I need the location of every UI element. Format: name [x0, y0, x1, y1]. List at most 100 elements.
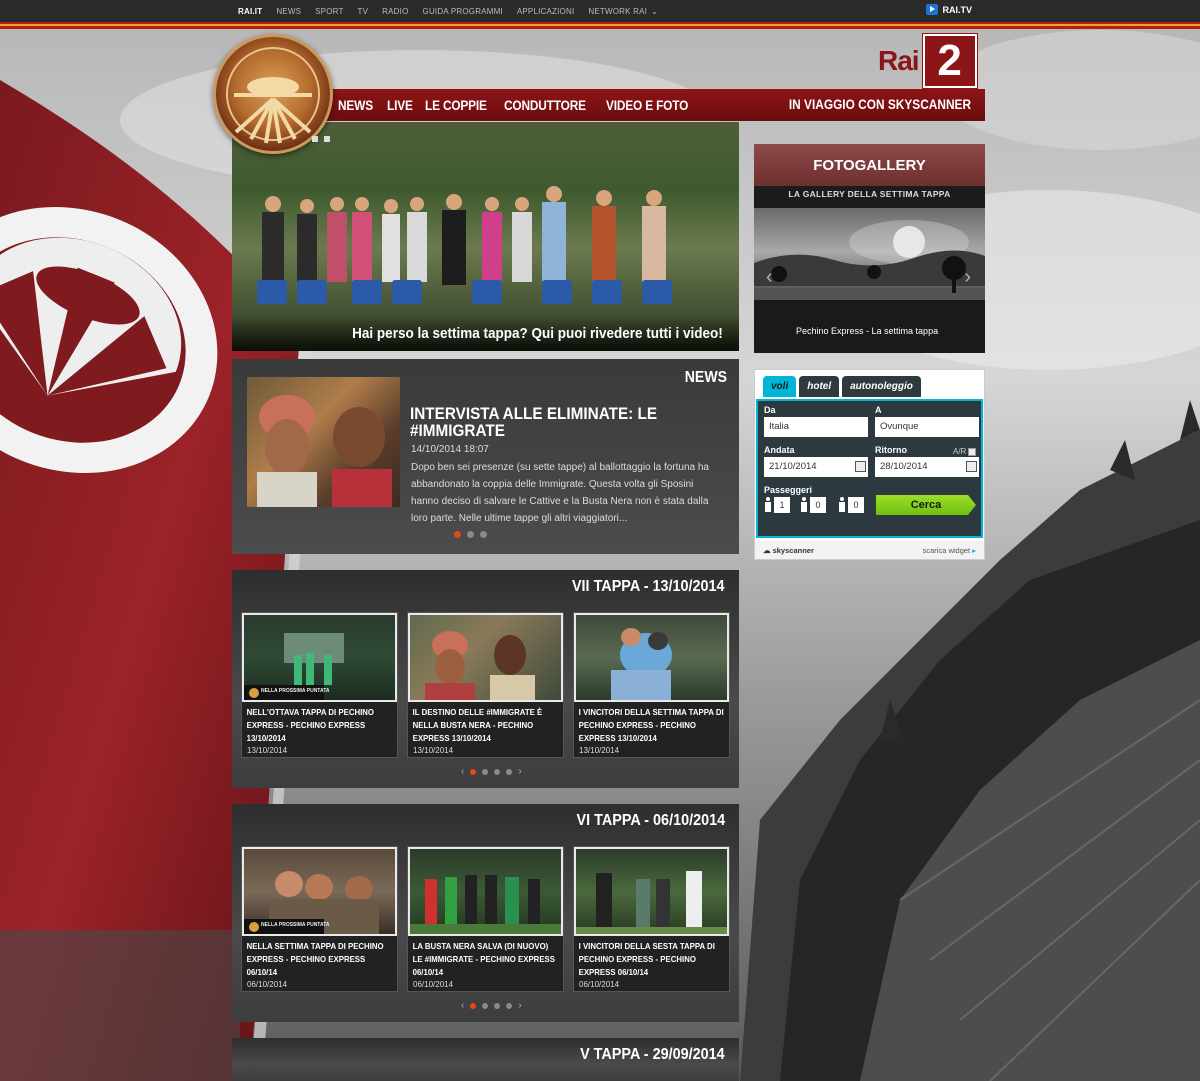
infants-stepper[interactable]: 0	[838, 497, 864, 513]
nav-news-tab[interactable]: NEWS	[338, 98, 373, 113]
chevron-right-icon[interactable]: ›	[964, 266, 971, 289]
video-card[interactable]: LA BUSTA NERA SALVA (DI NUOVO) LE #IMMIG…	[407, 846, 564, 992]
tappa-pager: ‹ ›	[461, 1000, 522, 1011]
tappa-heading: V TAPPA - 29/09/2014	[580, 1046, 725, 1063]
download-widget-link[interactable]: scarica widget ▸	[923, 546, 976, 555]
pager-dot[interactable]	[494, 768, 501, 775]
rai-network-nav: RAI.IT NEWS SPORT TV RADIO GUIDA PROGRAM…	[238, 0, 658, 22]
raitv-link[interactable]: RAI.TV	[926, 4, 972, 15]
tab-voli[interactable]: voli	[763, 376, 797, 397]
pager-dot[interactable]	[470, 1002, 477, 1009]
video-title[interactable]: NELLA SETTIMA TAPPA DI PECHINO EXPRESS -…	[242, 936, 398, 979]
nav-applicazioni[interactable]: APPLICAZIONI	[517, 7, 575, 16]
video-date: 06/10/2014	[247, 980, 288, 989]
video-card[interactable]: I VINCITORI DELLA SETTIMA TAPPA DI PECHI…	[573, 612, 730, 758]
nav-live-tab[interactable]: LIVE	[387, 98, 413, 113]
chevron-right-icon[interactable]: ›	[518, 1000, 521, 1011]
nav-tv[interactable]: TV	[358, 7, 369, 16]
pager-dot[interactable]	[506, 768, 513, 775]
calendar-icon[interactable]	[855, 461, 866, 472]
video-date: 13/10/2014	[413, 746, 454, 755]
tab-autonoleggio[interactable]: autonoleggio	[842, 376, 921, 397]
video-image	[611, 628, 672, 700]
widget-tabs: voli hotel autonoleggio	[763, 376, 921, 397]
pager-dot[interactable]	[482, 768, 489, 775]
news-thumbnail[interactable]	[247, 377, 400, 507]
chevron-left-icon[interactable]: ‹	[461, 1000, 464, 1011]
video-date: 13/10/2014	[247, 746, 288, 755]
video-date: 06/10/2014	[413, 980, 454, 989]
fotogallery-heading[interactable]: FOTOGALLERY	[754, 144, 985, 186]
hero-slide[interactable]: Hai perso la settima tappa? Qui puoi riv…	[232, 122, 739, 351]
return-date-field[interactable]: 28/10/2014	[875, 457, 979, 477]
return-toggle[interactable]: A/R	[953, 447, 977, 456]
depart-date-field[interactable]: 21/10/2014	[764, 457, 868, 477]
raitv-label: RAI.TV	[942, 4, 972, 15]
hero-pager-dot[interactable]	[324, 136, 330, 142]
news-box: NEWS INTERVISTA ALLE ELIMINATE: LE #IMMI…	[232, 359, 739, 554]
video-card[interactable]: I VINCITORI DELLA SESTA TAPPA DI PECHINO…	[573, 846, 730, 992]
pager-dot[interactable]	[494, 1002, 501, 1009]
nav-radio[interactable]: RADIO	[382, 7, 408, 16]
download-widget-label: scarica widget	[922, 545, 971, 555]
video-thumbnail[interactable]: NELLA PROSSIMA PUNTATA	[242, 847, 397, 936]
video-card[interactable]: IL DESTINO DELLE #IMMIGRATE È NELLA BUST…	[407, 612, 564, 758]
adults-stepper[interactable]: 1	[764, 497, 790, 513]
skyscanner-logo[interactable]: ☁ skyscanner	[763, 546, 814, 555]
nav-conduttore-tab[interactable]: CONDUTTORE	[504, 98, 586, 113]
child-icon	[800, 497, 808, 513]
nav-skyscanner-tab[interactable]: IN VIAGGIO CON SKYSCANNER	[789, 97, 971, 112]
to-field[interactable]: Ovunque	[875, 417, 979, 437]
pager-dot[interactable]	[467, 531, 474, 538]
tab-hotel[interactable]: hotel	[799, 376, 840, 397]
pager-dot[interactable]	[506, 1002, 513, 1009]
rai2-logo[interactable]: Rai 2	[878, 33, 984, 89]
nav-rai-it[interactable]: RAI.IT	[238, 7, 262, 16]
video-card[interactable]: NELLA PROSSIMA PUNTATA NELL'OTTAVA TAPPA…	[241, 612, 398, 758]
from-field[interactable]: Italia	[764, 417, 868, 437]
video-title[interactable]: IL DESTINO DELLE #IMMIGRATE È NELLA BUST…	[408, 702, 564, 745]
video-thumbnail[interactable]: NELLA PROSSIMA PUNTATA	[242, 613, 397, 702]
color-stripe	[0, 22, 1200, 29]
video-title[interactable]: I VINCITORI DELLA SETTIMA TAPPA DI PECHI…	[574, 702, 730, 745]
video-thumbnail[interactable]	[574, 847, 729, 936]
children-count[interactable]: 0	[810, 497, 826, 513]
nav-network-rai[interactable]: NETWORK RAI	[588, 7, 647, 16]
nav-video-e-foto-tab[interactable]: VIDEO E FOTO	[606, 98, 688, 113]
video-title[interactable]: LA BUSTA NERA SALVA (DI NUOVO) LE #IMMIG…	[408, 936, 564, 979]
chevron-left-icon[interactable]: ‹	[461, 766, 464, 777]
video-title[interactable]: NELL'OTTAVA TAPPA DI PECHINO EXPRESS - P…	[242, 702, 398, 745]
nav-news[interactable]: NEWS	[276, 7, 301, 16]
hero-pager-dot[interactable]	[312, 136, 318, 142]
pager-dot[interactable]	[480, 531, 487, 538]
infants-count[interactable]: 0	[848, 497, 864, 513]
nav-sport[interactable]: SPORT	[315, 7, 343, 16]
nav-guida-programmi[interactable]: GUIDA PROGRAMMI	[423, 7, 503, 16]
news-pager	[454, 531, 487, 538]
rai-top-bar: RAI.IT NEWS SPORT TV RADIO GUIDA PROGRAM…	[0, 0, 1200, 22]
chevron-left-icon[interactable]: ‹	[766, 266, 773, 289]
checkbox-icon[interactable]	[968, 447, 977, 456]
news-text: Dopo ben sei presenze (su sette tappe) a…	[411, 462, 709, 524]
chevron-right-icon[interactable]: ›	[518, 766, 521, 777]
chevron-down-icon[interactable]: ⌄	[651, 7, 658, 16]
pager-dot[interactable]	[470, 768, 477, 775]
search-button[interactable]: Cerca	[876, 495, 976, 515]
calendar-icon[interactable]	[966, 461, 977, 472]
children-stepper[interactable]: 0	[800, 497, 826, 513]
video-title[interactable]: I VINCITORI DELLA SESTA TAPPA DI PECHINO…	[574, 936, 730, 979]
rai-wordmark: Rai	[878, 45, 920, 76]
news-title[interactable]: INTERVISTA ALLE ELIMINATE: LE #IMMIGRATE	[410, 405, 680, 439]
pager-dot[interactable]	[454, 531, 461, 538]
pager-dot[interactable]	[482, 1002, 489, 1009]
fotogallery-caption[interactable]: Pechino Express - La settima tappa	[796, 326, 938, 336]
adults-count[interactable]: 1	[774, 497, 790, 513]
video-card[interactable]: NELLA PROSSIMA PUNTATA NELLA SETTIMA TAP…	[241, 846, 398, 992]
video-thumbnail[interactable]	[408, 847, 563, 936]
flight-search-form: Da A Italia Ovunque Andata Ritorno A/R 2…	[756, 399, 983, 538]
hero-caption[interactable]: Hai perso la settima tappa? Qui puoi riv…	[352, 325, 723, 342]
nav-le-coppie-tab[interactable]: LE COPPIE	[425, 98, 487, 113]
hero-image	[257, 186, 672, 304]
video-thumbnail[interactable]	[574, 613, 729, 702]
video-thumbnail[interactable]	[408, 613, 563, 702]
